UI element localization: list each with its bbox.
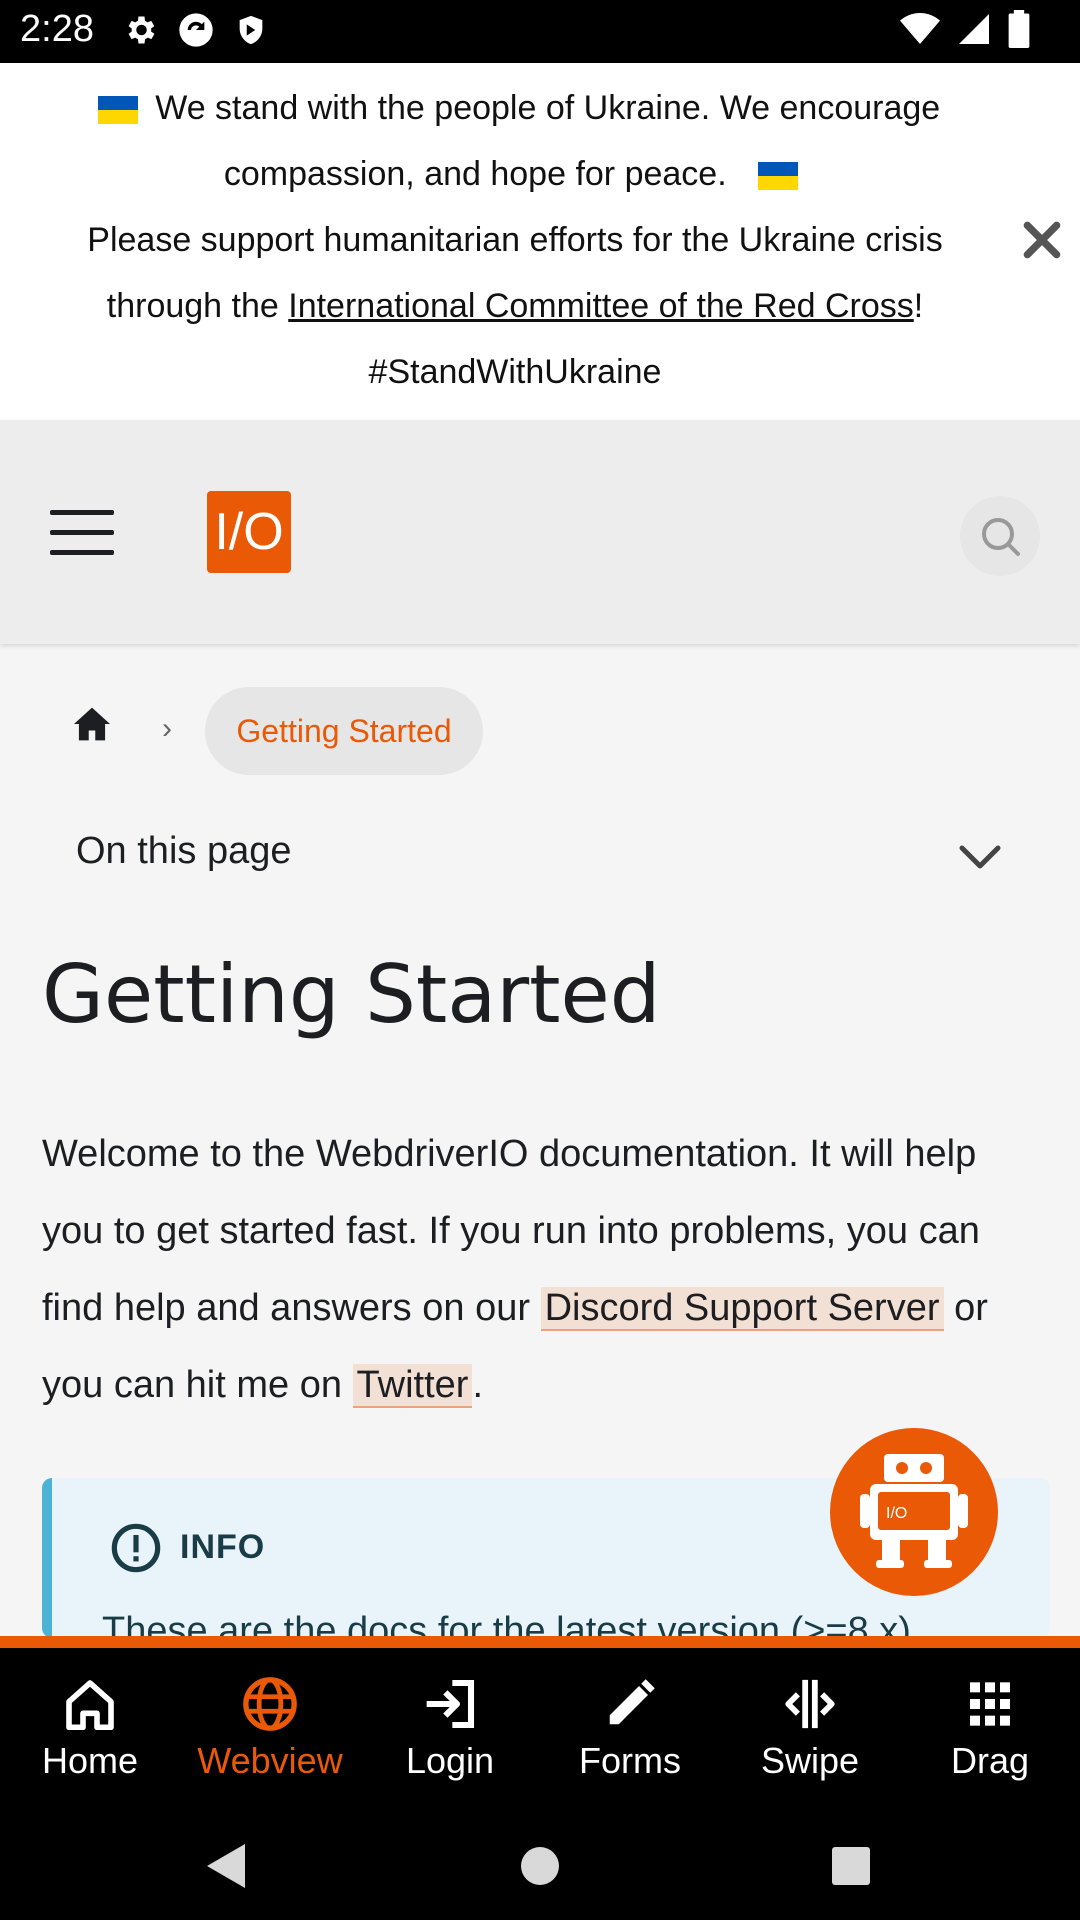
tab-login[interactable]: Login: [370, 1674, 530, 1782]
tab-forms[interactable]: Forms: [550, 1674, 710, 1782]
recents-square-icon[interactable]: [831, 1846, 871, 1886]
tab-home[interactable]: Home: [10, 1674, 170, 1782]
banner-line-2: compassion, and hope for peace.: [0, 141, 1030, 207]
battery-icon: [1008, 10, 1030, 48]
search-icon: [982, 518, 1020, 556]
chevron-down-icon[interactable]: [956, 842, 1004, 872]
banner-line-3: Please support humanitarian efforts for …: [87, 221, 943, 259]
breadcrumb-current[interactable]: Getting Started: [205, 687, 483, 775]
banner-hashtag: #StandWithUkraine: [368, 353, 662, 391]
globe-icon: [243, 1677, 297, 1731]
grid-icon: [970, 1682, 1010, 1726]
announcement-banner: We stand with the people of Ukraine. We …: [0, 63, 1080, 420]
settings-gear-icon: [128, 16, 155, 44]
wifi-icon: [900, 13, 940, 44]
tab-webview[interactable]: Webview: [190, 1674, 350, 1782]
menu-hamburger-icon[interactable]: [50, 510, 114, 558]
svg-text:I/O: I/O: [886, 1505, 907, 1522]
ukraine-flag-icon: [97, 96, 138, 125]
login-icon: [426, 1679, 475, 1729]
home-icon: [66, 1680, 114, 1730]
discord-support-link[interactable]: Discord Support Server: [540, 1287, 944, 1331]
home-circle-icon[interactable]: [520, 1846, 560, 1886]
status-time: 2:28: [20, 8, 94, 50]
close-banner-icon[interactable]: [1020, 218, 1064, 262]
banner-line-1: We stand with the people of Ukraine. We …: [0, 75, 1030, 141]
bottom-tab-bar: Home Webview Login Forms Swipe Drag: [0, 1636, 1080, 1820]
tab-swipe[interactable]: Swipe: [730, 1674, 890, 1782]
red-cross-link[interactable]: International Committee of the Red Cross: [288, 287, 914, 325]
status-bar: 2:28: [0, 0, 1080, 63]
twitter-link[interactable]: Twitter: [352, 1364, 473, 1408]
system-navigation-bar: [0, 1820, 1080, 1920]
info-exclamation-icon: [111, 1523, 161, 1573]
robot-chat-button[interactable]: I/O: [830, 1428, 998, 1596]
banner-line-4: through the International Committee of t…: [106, 287, 924, 325]
on-this-page-toggle[interactable]: On this page: [76, 830, 291, 873]
robot-icon: I/O: [860, 1454, 968, 1568]
sync-app-icon: [179, 13, 213, 47]
ukraine-flag-icon: [758, 162, 799, 191]
breadcrumb-separator: ›: [162, 712, 172, 745]
swipe-icon: [785, 1679, 835, 1729]
search-button[interactable]: [960, 496, 1040, 576]
tab-drag[interactable]: Drag: [910, 1674, 1070, 1782]
info-title: INFO: [180, 1528, 266, 1566]
shield-icon: [239, 15, 263, 45]
signal-icon: [959, 14, 989, 44]
page-title: Getting Started: [42, 948, 661, 1041]
intro-paragraph: Welcome to the WebdriverIO documentation…: [42, 1133, 988, 1408]
back-icon[interactable]: [205, 1842, 247, 1890]
webdriverio-logo[interactable]: I/O: [207, 491, 291, 573]
site-navbar: I/O: [0, 420, 1080, 644]
pencil-icon: [609, 1679, 655, 1725]
breadcrumb-home-icon[interactable]: [72, 706, 112, 742]
info-text: These are the docs for the latest versio…: [102, 1610, 911, 1638]
